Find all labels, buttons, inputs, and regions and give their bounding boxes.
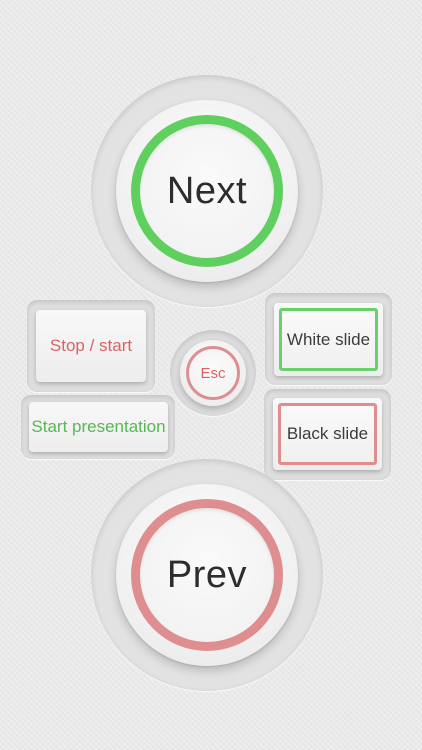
esc-button[interactable]: Esc xyxy=(180,340,246,406)
white-slide-label: White slide xyxy=(286,329,371,349)
white-slide-frame: White slide xyxy=(279,308,378,371)
start-presentation-label: Start presentation xyxy=(31,417,166,436)
stop-start-label: Stop / start xyxy=(49,336,133,355)
esc-button-label: Esc xyxy=(200,364,226,382)
prev-button[interactable]: Prev xyxy=(116,484,298,666)
next-button-label: Next xyxy=(166,169,248,212)
presentation-remote: Next Stop / start Start presentation Esc… xyxy=(0,0,422,750)
prev-button-ring: Prev xyxy=(131,499,283,651)
stop-start-button[interactable]: Stop / start xyxy=(36,310,146,382)
esc-button-ring: Esc xyxy=(186,346,240,400)
start-presentation-button[interactable]: Start presentation xyxy=(29,402,168,452)
black-slide-frame: Black slide xyxy=(278,403,377,465)
white-slide-button[interactable]: White slide xyxy=(274,303,383,376)
prev-button-label: Prev xyxy=(166,553,248,596)
black-slide-label: Black slide xyxy=(286,424,369,443)
next-button[interactable]: Next xyxy=(116,100,298,282)
next-button-ring: Next xyxy=(131,115,283,267)
black-slide-button[interactable]: Black slide xyxy=(273,398,382,470)
